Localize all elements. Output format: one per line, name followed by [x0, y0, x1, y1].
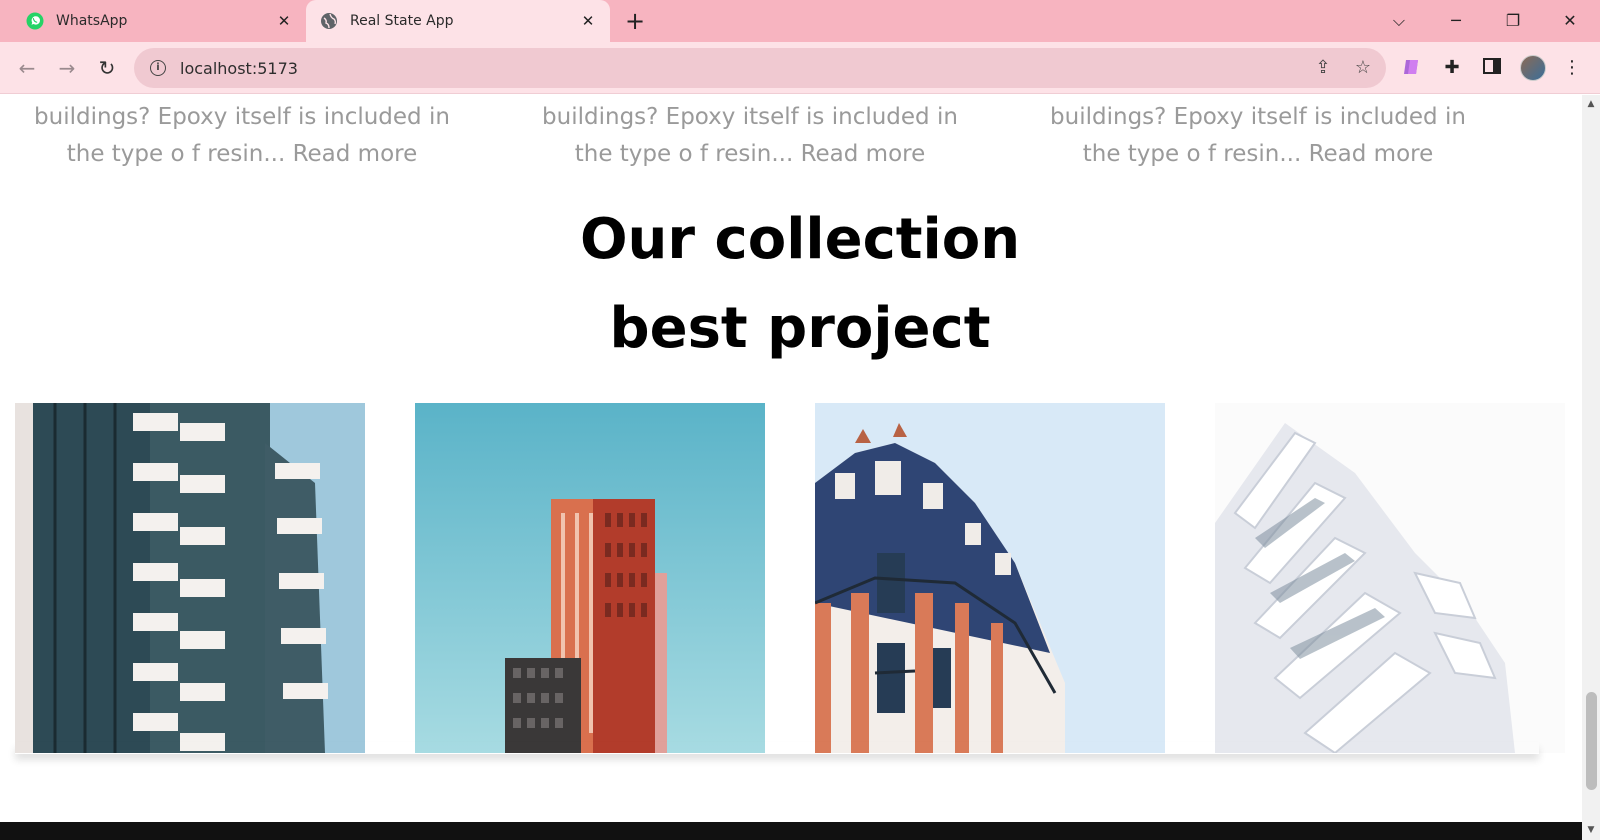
section-subtitle: best project [609, 296, 991, 361]
project-image-balcony-tower[interactable] [15, 403, 365, 753]
profile-avatar[interactable] [1520, 55, 1546, 81]
close-window-icon[interactable]: ✕ [1558, 9, 1582, 33]
gallery-shadow [15, 742, 1539, 754]
restore-icon[interactable]: ❐ [1501, 9, 1525, 33]
blurb-read-more[interactable]: the type o f resin... Read more [22, 136, 462, 173]
more-menu-icon[interactable]: ⋮ [1560, 56, 1584, 80]
service-blurb: buildings? Epoxy itself is included in t… [22, 99, 462, 173]
scroll-down-icon[interactable]: ▼ [1586, 825, 1596, 835]
page-scrollbar[interactable]: ▲ ▼ [1582, 95, 1600, 840]
blurb-line: buildings? Epoxy itself is included in [1050, 104, 1466, 130]
blurb-read-more[interactable]: the type o f resin... Read more [1038, 136, 1478, 173]
side-panel-icon[interactable] [1480, 56, 1504, 80]
blurb-read-more[interactable]: the type o f resin... Read more [530, 136, 970, 173]
whatsapp-icon [26, 12, 44, 30]
project-image-white-modern-building[interactable] [1215, 403, 1565, 753]
page-viewport: buildings? Epoxy itself is included in t… [0, 95, 1582, 840]
close-tab-icon[interactable]: ✕ [580, 13, 596, 29]
forward-arrow-icon[interactable]: → [55, 56, 79, 80]
share-icon[interactable]: ⇪ [1312, 57, 1334, 79]
tab-real-state-app[interactable]: Real State App ✕ [306, 0, 610, 42]
site-info-icon[interactable]: i [150, 60, 166, 76]
reload-icon[interactable]: ↻ [95, 56, 119, 80]
tab-search-chevron-icon[interactable]: ⌵ [1387, 9, 1411, 33]
close-tab-icon[interactable]: ✕ [276, 13, 292, 29]
project-image-parisian-building[interactable] [815, 403, 1165, 753]
minimize-icon[interactable]: ─ [1444, 9, 1468, 33]
service-blurb: buildings? Epoxy itself is included in t… [530, 99, 970, 173]
tab-title: Real State App [350, 13, 454, 29]
extensions-puzzle-icon[interactable]: ✚ [1440, 56, 1464, 80]
blurb-line: buildings? Epoxy itself is included in [34, 104, 450, 130]
globe-icon [320, 12, 338, 30]
scroll-up-icon[interactable]: ▲ [1586, 99, 1596, 109]
address-bar[interactable]: i localhost:5173 ⇪ ☆ [134, 48, 1386, 88]
tab-strip: WhatsApp ✕ Real State App ✕ + ⌵ ─ ❐ ✕ [0, 0, 1600, 42]
footer-bar [0, 822, 1582, 840]
tab-whatsapp[interactable]: WhatsApp ✕ [0, 0, 306, 42]
new-tab-button[interactable]: + [624, 9, 646, 33]
section-title: Our collection [579, 207, 1021, 272]
blurb-line: buildings? Epoxy itself is included in [542, 104, 958, 130]
browser-toolbar: ← → ↻ i localhost:5173 ⇪ ☆ ✚ ⋮ [0, 42, 1600, 94]
project-image-red-tower[interactable] [415, 403, 765, 753]
bookmark-star-icon[interactable]: ☆ [1352, 57, 1374, 79]
extension-gradient-icon[interactable] [1400, 56, 1424, 80]
address-url[interactable]: localhost:5173 [180, 59, 298, 78]
service-blurb: buildings? Epoxy itself is included in t… [1038, 99, 1478, 173]
tab-title: WhatsApp [56, 13, 128, 29]
back-arrow-icon[interactable]: ← [15, 56, 39, 80]
scrollbar-thumb[interactable] [1586, 692, 1597, 790]
